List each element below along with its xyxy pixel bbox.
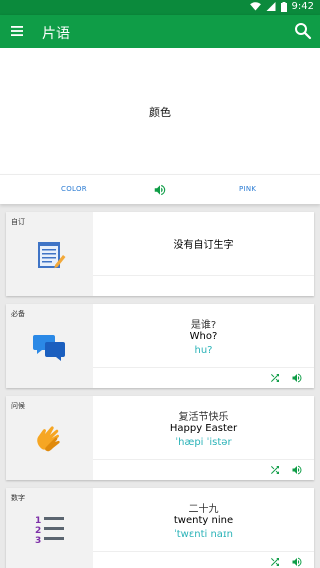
shuffle-icon[interactable] xyxy=(269,556,281,568)
card-content: 复活节快乐 Happy Easter ˈhæpi ˈistər xyxy=(93,396,314,480)
phonetic-phrase: ˈtwɛnti naɪn xyxy=(174,529,233,540)
category-card-custom[interactable]: 自订 没有自订生字 xyxy=(6,212,314,296)
featured-word: 颜色 xyxy=(149,106,171,119)
english-phrase: Happy Easter xyxy=(169,423,238,434)
card-content: 没有自订生字 xyxy=(93,212,314,296)
category-label: 必备 xyxy=(11,310,25,318)
speaker-icon[interactable] xyxy=(291,556,303,568)
native-phrase: 是谁? xyxy=(190,320,217,331)
page-title: 片语 xyxy=(42,26,70,42)
native-phrase: 复活节快乐 xyxy=(178,412,229,423)
battery-icon xyxy=(280,1,287,12)
target-language-button[interactable]: PINK xyxy=(239,185,256,193)
category-panel[interactable]: 自订 xyxy=(6,212,93,296)
speaker-icon[interactable] xyxy=(291,464,303,476)
empty-custom-words: 没有自订生字 xyxy=(173,240,234,251)
shuffle-icon[interactable] xyxy=(269,464,281,476)
card-content: 是谁? Who? hu? xyxy=(93,304,314,388)
card-divider xyxy=(93,275,314,276)
card-actions xyxy=(254,368,314,388)
phonetic-phrase: ˈhæpi ˈistər xyxy=(175,437,232,448)
menu-icon[interactable] xyxy=(10,24,24,38)
category-panel[interactable]: 必备 xyxy=(6,304,93,388)
category-label: 问候 xyxy=(11,402,25,410)
english-phrase: Who? xyxy=(189,331,218,342)
search-icon[interactable] xyxy=(294,22,312,40)
speaker-icon[interactable] xyxy=(291,372,303,384)
svg-text:1: 1 xyxy=(35,516,41,526)
native-phrase: 二十九 xyxy=(188,504,219,515)
category-panel[interactable]: 数字 1 2 3 xyxy=(6,488,93,568)
featured-word-panel[interactable]: 颜色 xyxy=(0,48,320,174)
numbered-list-icon: 1 2 3 xyxy=(35,516,64,546)
wifi-icon xyxy=(249,2,261,11)
status-icons: 9:42 xyxy=(249,1,314,12)
status-time: 9:42 xyxy=(291,1,314,12)
clapping-hands-icon xyxy=(37,426,60,452)
svg-text:2: 2 xyxy=(35,526,41,536)
shuffle-icon[interactable] xyxy=(269,372,281,384)
english-phrase: twenty nine xyxy=(173,515,234,526)
source-language-button[interactable]: COLOR xyxy=(61,185,87,193)
category-panel[interactable]: 问候 xyxy=(6,396,93,480)
category-card-greetings[interactable]: 问候 复活节快乐 Happy Easter ˈhæpi ˈistər xyxy=(6,396,314,480)
category-label: 数字 xyxy=(11,494,25,502)
card-actions xyxy=(254,460,314,480)
category-label: 自订 xyxy=(11,218,25,226)
svg-text:3: 3 xyxy=(35,536,41,546)
status-bar: 9:42 xyxy=(0,0,320,15)
app-bar: 片语 xyxy=(0,15,320,48)
category-card-numbers[interactable]: 数字 1 2 3 二十九 twenty nine ˈtwɛnti naɪn xyxy=(6,488,314,568)
category-card-essentials[interactable]: 必备 是谁? Who? hu? xyxy=(6,304,314,388)
speaker-icon[interactable] xyxy=(153,183,167,197)
phonetic-phrase: hu? xyxy=(194,345,213,356)
notepad-icon xyxy=(38,242,66,269)
signal-icon xyxy=(266,2,276,11)
card-actions xyxy=(254,552,314,568)
language-bar: COLOR PINK xyxy=(0,174,320,204)
chat-bubbles-icon xyxy=(33,335,65,361)
card-content: 二十九 twenty nine ˈtwɛnti naɪn xyxy=(93,488,314,568)
